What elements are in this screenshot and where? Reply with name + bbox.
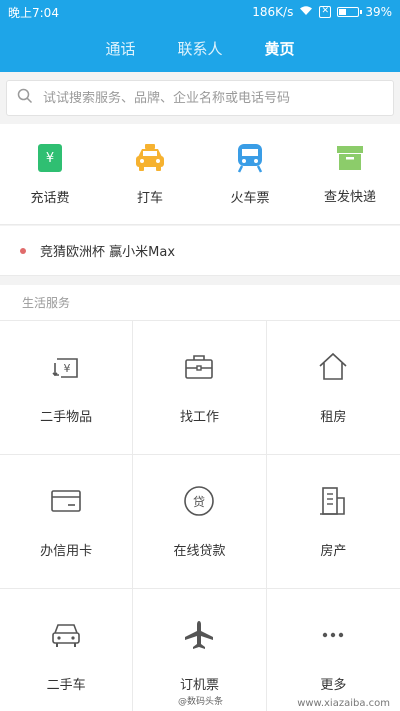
service-label: 房产 <box>320 544 347 559</box>
building-icon <box>316 484 350 522</box>
battery-icon <box>337 7 363 17</box>
service-more[interactable]: 更多 <box>267 589 400 711</box>
service-label: 二手物品 <box>40 410 93 425</box>
service-label: 办信用卡 <box>40 544 93 559</box>
search-area <box>0 72 400 124</box>
promo-notice[interactable]: 竞猜欧洲杯 赢小米Max <box>0 226 400 276</box>
tab-bar: 通话 联系人 黄页 <box>0 24 400 72</box>
credit-card-icon <box>49 484 83 522</box>
quick-actions: ¥ 充话费 打车 火车票 查发快递 <box>0 124 400 225</box>
briefcase-icon <box>182 350 216 388</box>
status-right: 186K/s ✕ 39% <box>252 5 392 19</box>
quick-label: 打车 <box>136 190 163 206</box>
service-label: 找工作 <box>179 410 219 425</box>
battery-level <box>339 9 346 15</box>
section-title: 生活服务 <box>0 285 400 321</box>
service-label: 订机票 <box>179 678 219 693</box>
taxi-icon <box>134 143 166 177</box>
car-icon <box>49 618 83 656</box>
quick-taxi[interactable]: 打车 <box>105 143 195 206</box>
tab-contacts[interactable]: 联系人 <box>177 38 222 59</box>
train-icon <box>235 143 265 177</box>
search-box[interactable] <box>6 80 394 116</box>
quick-label: 充话费 <box>30 190 70 206</box>
quick-train-ticket[interactable]: 火车票 <box>205 143 295 206</box>
service-secondhand-goods[interactable]: ¥ 二手物品 <box>0 321 134 455</box>
status-time: 晚上7:04 <box>8 5 59 20</box>
house-icon <box>316 350 350 388</box>
secondhand-goods-icon: ¥ <box>49 350 83 388</box>
svg-text:贷: 贷 <box>193 495 205 509</box>
service-label: 二手车 <box>46 678 86 693</box>
status-bar: 晚上7:04 186K/s ✕ 39% <box>0 0 400 24</box>
service-label: 在线贷款 <box>173 544 226 559</box>
battery-percent: 39% <box>365 5 392 19</box>
notice-dot <box>20 247 26 254</box>
search-icon <box>17 88 33 108</box>
service-credit-card[interactable]: 办信用卡 <box>0 455 134 589</box>
weibo-watermark: @数码头条 <box>178 697 224 707</box>
service-find-job[interactable]: 找工作 <box>133 321 267 455</box>
service-label: 更多 <box>320 678 347 693</box>
tab-calls[interactable]: 通话 <box>105 38 135 59</box>
airplane-icon <box>182 618 216 656</box>
express-box-icon <box>336 144 364 176</box>
service-flight-ticket[interactable]: 订机票 <box>133 589 267 711</box>
wifi-icon <box>299 5 313 19</box>
network-speed: 186K/s <box>252 5 294 19</box>
quick-phone-bill[interactable]: ¥ 充话费 <box>5 143 95 206</box>
loan-icon: 贷 <box>182 484 216 522</box>
quick-label: 火车票 <box>230 190 270 206</box>
service-real-estate[interactable]: 房产 <box>266 455 400 589</box>
quick-express[interactable]: 查发快递 <box>305 144 395 205</box>
service-used-car[interactable]: 二手车 <box>0 589 134 711</box>
tab-yellow-pages[interactable]: 黄页 <box>265 38 295 59</box>
services-grid: ¥ 二手物品 找工作 租房 办信用卡 贷 在线贷款 房产 二手车 订机票 更多 <box>0 321 400 711</box>
more-dots-icon <box>316 618 350 656</box>
service-label: 租房 <box>320 410 347 425</box>
search-input[interactable] <box>43 90 383 106</box>
svg-text:¥: ¥ <box>64 362 71 375</box>
service-rent-house[interactable]: 租房 <box>266 321 400 455</box>
life-services-section: 生活服务 ¥ 二手物品 找工作 租房 办信用卡 贷 在线贷款 房产 二手车 订机… <box>0 285 400 711</box>
notice-text: 竞猜欧洲杯 赢小米Max <box>40 245 176 260</box>
svg-text:¥: ¥ <box>46 151 54 166</box>
service-online-loan[interactable]: 贷 在线贷款 <box>133 455 267 589</box>
no-sim-icon: ✕ <box>319 6 332 18</box>
site-watermark: www.xiazaiba.com <box>297 698 390 709</box>
quick-label: 查发快递 <box>323 189 376 205</box>
phone-bill-icon: ¥ <box>37 143 63 177</box>
app-header: 晚上7:04 186K/s ✕ 39% 通话 联系人 黄页 <box>0 0 400 72</box>
